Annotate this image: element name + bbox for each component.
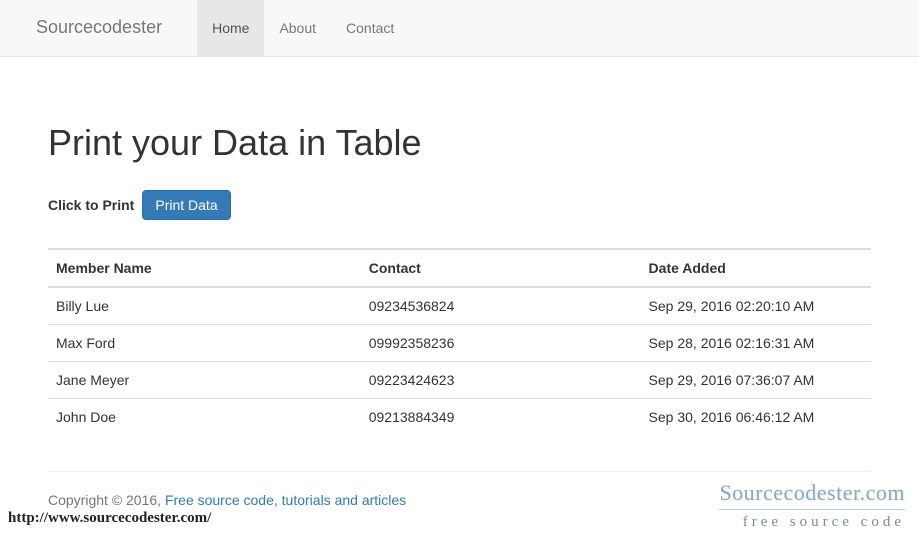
table-header-row: Member Name Contact Date Added xyxy=(48,249,871,287)
table-row: Jane Meyer 09223424623 Sep 29, 2016 07:3… xyxy=(48,362,871,399)
page-title: Print your Data in Table xyxy=(48,117,871,168)
cell-name: John Doe xyxy=(48,399,361,436)
divider xyxy=(48,471,871,472)
cell-contact: 09234536824 xyxy=(361,287,641,325)
cell-date: Sep 29, 2016 07:36:07 AM xyxy=(641,362,871,399)
footer-link[interactable]: Free source code, tutorials and articles xyxy=(165,492,406,508)
nav-list: Home About Contact xyxy=(197,0,409,56)
header-member-name: Member Name xyxy=(48,249,361,287)
cell-date: Sep 30, 2016 06:46:12 AM xyxy=(641,399,871,436)
watermark-url: http://www.sourcecodester.com/ xyxy=(8,508,211,529)
watermark-logo-title: Sourcecodester.com xyxy=(719,477,905,508)
cell-date: Sep 29, 2016 02:20:10 AM xyxy=(641,287,871,325)
main-container: Print your Data in Table Click to Print … xyxy=(0,117,919,510)
watermark-logo-tagline: free source code xyxy=(719,509,905,533)
watermark-logo: Sourcecodester.com free source code xyxy=(719,477,905,533)
table-row: John Doe 09213884349 Sep 30, 2016 06:46:… xyxy=(48,399,871,436)
copyright-text: Copyright © 2016, xyxy=(48,492,165,508)
print-data-button[interactable]: Print Data xyxy=(142,190,230,220)
table-row: Billy Lue 09234536824 Sep 29, 2016 02:20… xyxy=(48,287,871,325)
nav-item-about[interactable]: About xyxy=(264,0,331,56)
cell-contact: 09213884349 xyxy=(361,399,641,436)
cell-contact: 09223424623 xyxy=(361,362,641,399)
print-label: Click to Print xyxy=(48,195,134,215)
nav-item-contact[interactable]: Contact xyxy=(331,0,409,56)
data-table: Member Name Contact Date Added Billy Lue… xyxy=(48,248,871,435)
header-contact: Contact xyxy=(361,249,641,287)
table-row: Max Ford 09992358236 Sep 28, 2016 02:16:… xyxy=(48,325,871,362)
cell-contact: 09992358236 xyxy=(361,325,641,362)
print-row: Click to Print Print Data xyxy=(48,190,871,220)
nav-item-home[interactable]: Home xyxy=(197,0,264,56)
header-date-added: Date Added xyxy=(641,249,871,287)
cell-name: Jane Meyer xyxy=(48,362,361,399)
cell-name: Billy Lue xyxy=(48,287,361,325)
cell-name: Max Ford xyxy=(48,325,361,362)
brand-link[interactable]: Sourcecodester xyxy=(36,0,177,56)
cell-date: Sep 28, 2016 02:16:31 AM xyxy=(641,325,871,362)
navbar: Sourcecodester Home About Contact xyxy=(0,0,919,57)
